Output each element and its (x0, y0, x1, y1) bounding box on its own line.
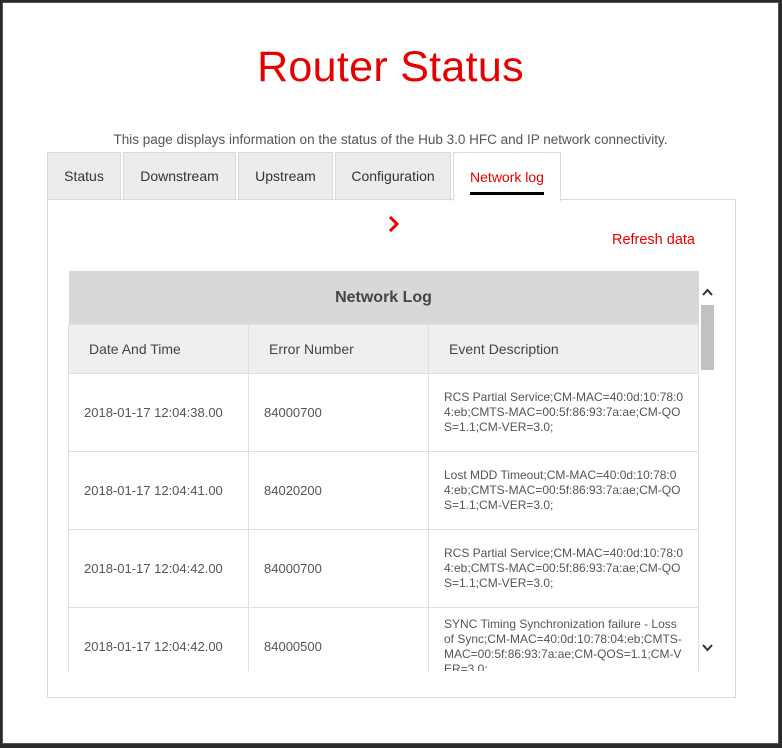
cell-event-description: Lost MDD Timeout;CM-MAC=40:0d:10:78:04:e… (427, 451, 700, 530)
tab-label: Network log (470, 169, 544, 185)
cell-error-number: 84000700 (248, 529, 429, 608)
page-description: This page displays information on the st… (113, 132, 668, 147)
cell-event-description: RCS Partial Service;CM-MAC=40:0d:10:78:0… (427, 373, 700, 452)
page-title: Router Status (257, 43, 524, 91)
column-header-error: Error Number (248, 324, 429, 374)
cell-datetime: 2018-01-17 12:04:42.00 (68, 607, 249, 671)
tab-network-log[interactable]: Network log (453, 152, 561, 201)
table-row: 2018-01-17 12:04:38.00 84000700 RCS Part… (68, 373, 700, 452)
tab-label: Downstream (140, 168, 219, 184)
cell-event-description: RCS Partial Service;CM-MAC=40:0d:10:78:0… (427, 529, 700, 608)
log-caption: Network Log (68, 271, 699, 325)
chevron-up-icon[interactable] (699, 283, 716, 300)
tab-upstream[interactable]: Upstream (238, 152, 333, 199)
tab-bar: Status Downstream Upstream Configuration… (47, 152, 563, 201)
chevron-down-icon[interactable] (699, 639, 716, 656)
tab-downstream[interactable]: Downstream (123, 152, 236, 199)
tab-status[interactable]: Status (47, 152, 121, 199)
vertical-scrollbar[interactable] (699, 271, 716, 671)
chevron-right-icon[interactable] (387, 214, 401, 234)
network-log-panel: Refresh data Network Log Date And Time E… (47, 199, 736, 698)
active-tab-underline (470, 192, 544, 195)
tab-label: Status (64, 168, 104, 184)
scrollbar-thumb[interactable] (701, 305, 714, 370)
tab-label: Upstream (255, 168, 316, 184)
cell-datetime: 2018-01-17 12:04:38.00 (68, 373, 249, 452)
table-row: 2018-01-17 12:04:41.00 84020200 Lost MDD… (68, 451, 700, 530)
column-header-event: Event Description (427, 324, 700, 374)
cell-event-description: SYNC Timing Synchronization failure - Lo… (427, 607, 700, 671)
cell-error-number: 84000700 (248, 373, 429, 452)
network-log-scroll-area[interactable]: Network Log Date And Time Error Number E… (68, 271, 716, 671)
cell-datetime: 2018-01-17 12:04:41.00 (68, 451, 249, 530)
cell-error-number: 84020200 (248, 451, 429, 530)
table-row: 2018-01-17 12:04:42.00 84000700 RCS Part… (68, 529, 700, 608)
table-row: 2018-01-17 12:04:42.00 84000500 SYNC Tim… (68, 607, 700, 671)
network-log-table: Network Log Date And Time Error Number E… (68, 271, 700, 671)
router-status-page: Router Status This page displays informa… (3, 3, 778, 743)
tab-label: Configuration (351, 168, 435, 184)
refresh-data-link[interactable]: Refresh data (612, 232, 695, 248)
tab-configuration[interactable]: Configuration (335, 152, 451, 199)
column-header-datetime: Date And Time (68, 324, 249, 374)
cell-error-number: 84000500 (248, 607, 429, 671)
cell-datetime: 2018-01-17 12:04:42.00 (68, 529, 249, 608)
